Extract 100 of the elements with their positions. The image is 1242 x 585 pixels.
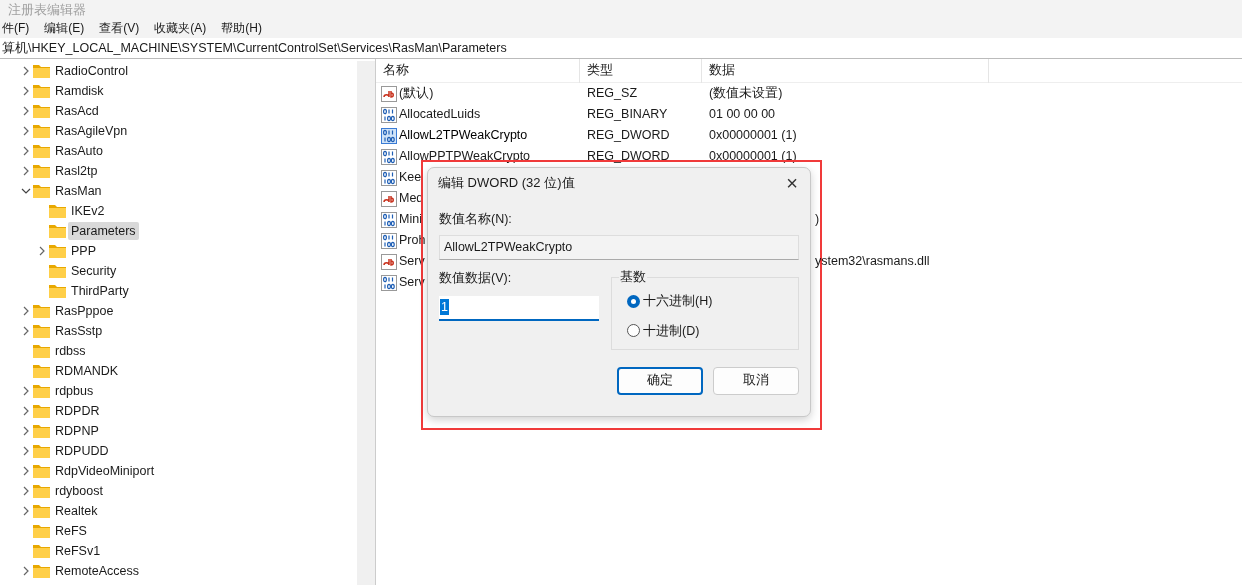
binary-value-icon [381, 274, 397, 291]
tree-item[interactable]: RemoteAccess [52, 562, 143, 580]
folder-icon [33, 324, 50, 338]
dialog-title: 编辑 DWORD (32 位)值 [438, 174, 575, 193]
tree-item[interactable]: rdbss [52, 342, 89, 360]
menu-item[interactable]: 件(F) [2, 18, 30, 37]
folder-icon [33, 484, 50, 498]
text-value-icon [381, 85, 397, 102]
folder-icon [33, 564, 50, 578]
table-cell: REG_SZ [587, 86, 637, 101]
table-cell: REG_BINARY [587, 107, 668, 122]
table-cell-text: Kee [399, 169, 422, 187]
folder-icon [33, 104, 50, 118]
text-value-icon [381, 190, 397, 207]
column-header[interactable]: 数据 [702, 61, 735, 80]
tree-item[interactable]: RDPDR [52, 402, 103, 420]
table-cell: (数值未设置) [709, 86, 783, 101]
field-label: 数值名称(N): [439, 211, 513, 228]
tree-item[interactable]: RasAcd [52, 102, 102, 120]
tree-item[interactable]: rdyboost [52, 482, 106, 500]
tree-item[interactable]: ReFS [52, 522, 90, 540]
tree-item[interactable]: Realtek [52, 502, 101, 520]
cancel-button[interactable]: 取消 [713, 366, 799, 395]
menu-item[interactable]: 编辑(E) [44, 18, 85, 37]
folder-icon [33, 364, 50, 378]
table-cell-text: AllowL2TPWeakCrypto [399, 127, 528, 145]
address-field[interactable]: 算机\HKEY_LOCAL_MACHINE\SYSTEM\CurrentControlSet\Services\RasMan\Parameters [0, 38, 507, 58]
radio-icon[interactable] [627, 324, 640, 338]
binary-value-icon [381, 148, 397, 165]
window-title: 注册表编辑器 [8, 3, 86, 17]
menu-item[interactable]: 帮助(H) [221, 18, 262, 37]
folder-icon [49, 244, 66, 258]
folder-icon [33, 64, 50, 78]
folder-icon [33, 304, 50, 318]
folder-icon [33, 524, 50, 538]
chevron-icon[interactable] [20, 186, 32, 196]
table-cell: 01 00 00 00 [709, 107, 776, 122]
tree-item[interactable]: RasSstp [52, 322, 106, 340]
menu-item[interactable]: 收藏夹(A) [154, 18, 207, 37]
tree-item[interactable]: Parameters [68, 222, 139, 240]
tree-item[interactable]: RasMan [52, 182, 105, 200]
radio-option[interactable]: 十六进制(H) [627, 291, 798, 311]
folder-icon [33, 124, 50, 138]
tree-item[interactable]: Security [68, 262, 120, 280]
binary-value-icon [381, 127, 397, 144]
folder-icon [33, 544, 50, 558]
folder-icon [33, 464, 50, 478]
table-cell-text: Mini [399, 211, 422, 229]
tree-item[interactable]: RasAuto [52, 142, 106, 160]
tree-item[interactable]: ReFSv1 [52, 542, 104, 560]
folder-icon [33, 444, 50, 458]
folder-icon [33, 84, 50, 98]
tree-item[interactable]: Ramdisk [52, 82, 107, 100]
data-field[interactable]: 1 [439, 295, 599, 321]
folder-icon [33, 164, 50, 178]
tree-item[interactable]: PPP [68, 242, 99, 260]
column-header[interactable]: 类型 [580, 61, 613, 80]
tree-item[interactable]: RDPNP [52, 422, 102, 440]
folder-icon [49, 204, 66, 218]
tree-item[interactable]: RadioControl [52, 62, 131, 80]
folder-icon [33, 404, 50, 418]
scrollbar[interactable] [357, 61, 375, 585]
folder-icon [49, 224, 66, 238]
tree-item[interactable]: ThirdParty [68, 282, 132, 300]
radio-icon[interactable] [627, 294, 640, 308]
folder-icon [33, 344, 50, 358]
close-button[interactable]: × [780, 171, 804, 195]
folder-icon [33, 504, 50, 518]
folder-icon [33, 384, 50, 398]
menu-item[interactable]: 查看(V) [99, 18, 140, 37]
tree-item[interactable]: Rasl2tp [52, 162, 101, 180]
table-cell-text: (默认) [399, 85, 434, 103]
binary-value-icon [381, 106, 397, 123]
binary-value-icon [381, 211, 397, 228]
folder-icon [49, 264, 66, 278]
table-cell-text: AllowPPTPWeakCrypto [399, 148, 531, 166]
tree-item[interactable]: IKEv2 [68, 202, 108, 220]
tree-item[interactable]: RDPUDD [52, 442, 112, 460]
folder-icon [33, 144, 50, 158]
tree-item[interactable]: RasPppoe [52, 302, 117, 320]
table-cell-text: AllocatedLuids [399, 106, 481, 124]
tree-item[interactable]: RdpVideoMiniport [52, 462, 158, 480]
folder-icon [33, 184, 50, 198]
radio-option[interactable]: 十进制(D) [627, 321, 798, 341]
table-cell: ) [815, 212, 820, 227]
binary-value-icon [381, 169, 397, 186]
tree-item[interactable]: RDMANDK [52, 362, 122, 380]
folder-icon [33, 424, 50, 438]
table-cell: 0x00000001 (1) [709, 128, 797, 143]
column-header[interactable]: 名称 [376, 61, 409, 80]
tree-item[interactable]: rdpbus [52, 382, 97, 400]
table-cell: REG_DWORD [587, 128, 670, 143]
field-label: 数值数据(V): [439, 269, 513, 287]
tree-item[interactable]: RasAgileVpn [52, 122, 131, 140]
binary-value-icon [381, 232, 397, 249]
ok-button[interactable]: 确定 [617, 366, 703, 395]
folder-icon [49, 284, 66, 298]
name-field[interactable]: AllowL2TPWeakCrypto [439, 234, 799, 260]
table-cell: REG_DWORD [587, 149, 670, 164]
text-value-icon [381, 253, 397, 270]
